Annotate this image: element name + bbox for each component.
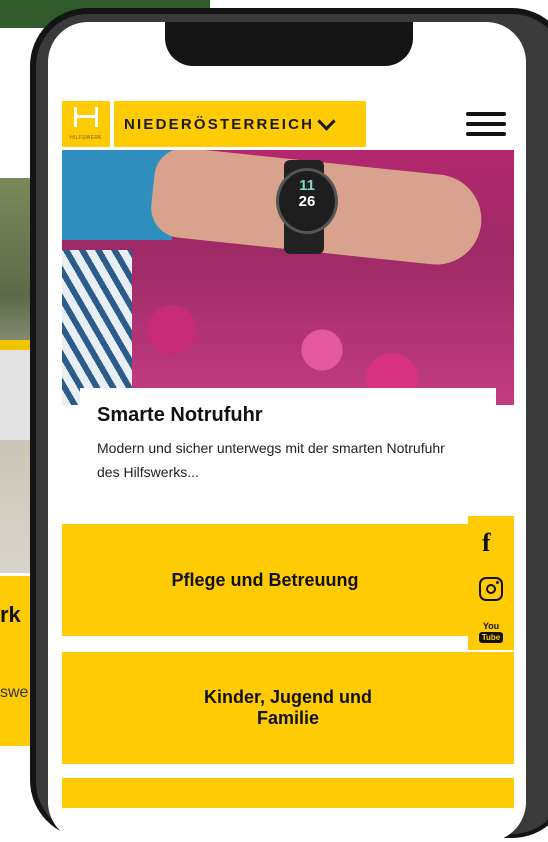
striped-shirt bbox=[62, 250, 132, 405]
youtube-you: You bbox=[482, 621, 500, 631]
watch-minute: 26 bbox=[298, 193, 316, 210]
tile-pflege-betreuung[interactable]: Pflege und Betreuung bbox=[62, 524, 468, 636]
watch-hour: 11 bbox=[299, 177, 315, 194]
region-label: NIEDERÖSTERREICH bbox=[124, 115, 315, 133]
hamburger-menu-button[interactable] bbox=[466, 112, 506, 140]
background-text: swe bbox=[0, 684, 29, 701]
menu-line bbox=[466, 112, 506, 116]
phone-notch bbox=[165, 22, 413, 66]
tile-label: Pflege und Betreuung bbox=[171, 569, 359, 590]
tile-label: Kinder, Jugend und Familie bbox=[203, 687, 372, 728]
menu-line bbox=[466, 122, 506, 126]
youtube-tube: Tube bbox=[479, 632, 503, 643]
logo-h-icon bbox=[74, 107, 98, 127]
logo-text: HILFSWERK bbox=[70, 135, 102, 141]
background-heading: rk bbox=[0, 602, 21, 627]
tile-next[interactable] bbox=[62, 778, 514, 808]
teaser-title[interactable]: Smarte Notrufuhr bbox=[97, 404, 263, 427]
youtube-icon[interactable]: You Tube bbox=[479, 622, 503, 643]
menu-line bbox=[466, 132, 506, 136]
watch-display: 11 26 bbox=[292, 178, 322, 210]
chevron-down-icon bbox=[317, 111, 336, 131]
hero-image[interactable]: 11 26 bbox=[62, 150, 514, 405]
facebook-icon[interactable]: f bbox=[482, 528, 491, 558]
region-selector[interactable]: NIEDERÖSTERREICH bbox=[114, 101, 366, 147]
instagram-icon[interactable] bbox=[479, 577, 503, 601]
teaser-text: Modern und sicher unterwegs mit der smar… bbox=[97, 440, 445, 480]
hilfswerk-logo[interactable]: HILFSWERK bbox=[62, 101, 110, 147]
tile-kinder-jugend-familie[interactable]: Kinder, Jugend und Familie bbox=[62, 652, 514, 764]
